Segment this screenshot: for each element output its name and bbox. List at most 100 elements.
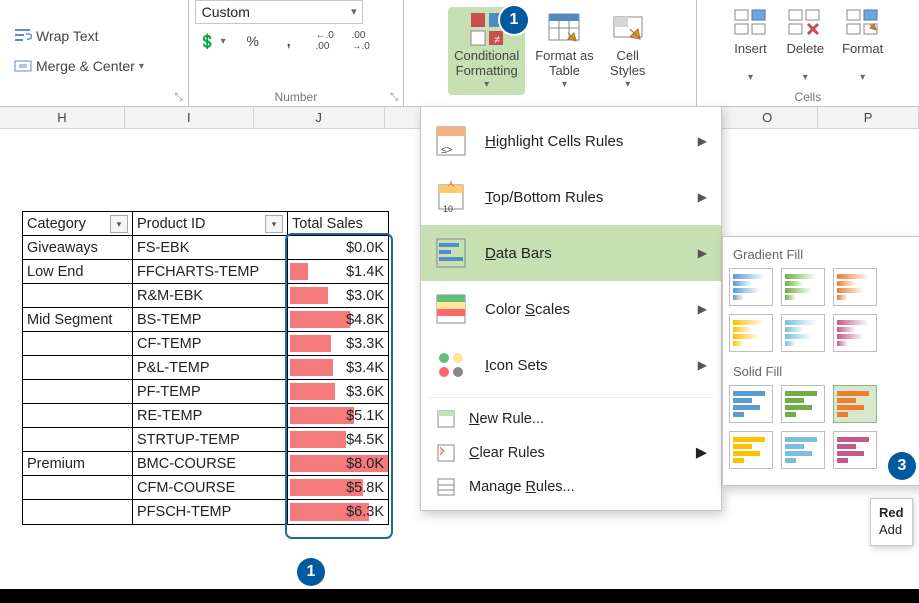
menu-item-new-rule-[interactable]: New Rule... [421, 402, 721, 436]
cell-product[interactable]: STRTUP-TEMP [133, 428, 288, 452]
cell-category[interactable]: Low End [23, 260, 133, 284]
filter-dropdown-icon[interactable]: ▾ [110, 215, 128, 233]
cell-category[interactable]: Premium [23, 452, 133, 476]
cell-sales[interactable]: $6.3K [288, 500, 388, 524]
menu-item-highlight-cells-rules[interactable]: ≤>Highlight Cells Rules▶ [421, 113, 721, 169]
insert-button[interactable]: Insert ▾ [727, 0, 775, 87]
menu-item-top-bottom-rules[interactable]: 10Top/Bottom Rules▶ [421, 169, 721, 225]
databar-swatch[interactable] [833, 431, 877, 469]
cell-category[interactable]: Giveaways [23, 236, 133, 260]
delete-cells-icon [787, 4, 823, 40]
delete-button[interactable]: Delete ▾ [781, 0, 831, 87]
cell-sales[interactable]: $3.3K [288, 332, 388, 356]
format-button[interactable]: Format ▾ [836, 0, 889, 87]
wrap-text-label: Wrap Text [36, 28, 99, 44]
cell-category[interactable] [23, 380, 133, 404]
databar-swatch[interactable] [781, 268, 825, 306]
column-header[interactable]: J [254, 107, 385, 128]
databar-swatch[interactable] [833, 314, 877, 352]
cell-sales[interactable]: $3.0K [288, 284, 388, 308]
percent-button[interactable]: % [240, 30, 266, 52]
cell-product[interactable]: R&M-EBK [133, 284, 288, 308]
decrease-decimal-button[interactable]: .00→.0 [348, 30, 374, 52]
cell-sales-value: $5.1K [346, 408, 384, 424]
merge-center-button[interactable]: Merge & Center ▾ [10, 55, 148, 77]
cell-sales-value: $0.0K [346, 240, 384, 256]
increase-decimal-button[interactable]: ←.0.00 [312, 30, 338, 52]
cell-category[interactable] [23, 356, 133, 380]
group-label-number: Number [195, 88, 398, 106]
table-row: P&L-TEMP$3.4K [23, 356, 388, 380]
databar-swatch[interactable] [833, 268, 877, 306]
cell-category[interactable] [23, 500, 133, 524]
cell-sales[interactable]: $0.0K [288, 236, 388, 260]
comma-button[interactable]: , [276, 30, 302, 52]
dialog-launcher-icon[interactable]: ⤡ [387, 90, 401, 104]
chevron-down-icon: ▾ [748, 72, 753, 84]
databar-swatch[interactable] [781, 314, 825, 352]
cell-product[interactable]: PFSCH-TEMP [133, 500, 288, 524]
table-row: PremiumBMC-COURSE$8.0K [23, 452, 388, 476]
wrap-text-button[interactable]: Wrap Text [10, 25, 103, 47]
filter-dropdown-icon[interactable]: ▾ [265, 215, 283, 233]
cell-product[interactable]: BMC-COURSE [133, 452, 288, 476]
dialog-launcher-icon[interactable]: ⤡ [172, 90, 186, 104]
cell-product[interactable]: RE-TEMP [133, 404, 288, 428]
cell-sales[interactable]: $5.8K [288, 476, 388, 500]
format-as-table-button[interactable]: Format as Table ▾ [529, 7, 600, 94]
cell-category[interactable] [23, 404, 133, 428]
databar-swatch[interactable] [781, 431, 825, 469]
databar-swatch[interactable] [833, 385, 877, 423]
databar-swatch[interactable] [729, 385, 773, 423]
cell-sales[interactable]: $4.5K [288, 428, 388, 452]
databar-swatch[interactable] [729, 314, 773, 352]
decrease-decimal-icon: .00→.0 [352, 32, 370, 50]
menu-item-data-bars[interactable]: Data Bars▶ [421, 225, 721, 281]
menu-item-manage-rules-[interactable]: Manage Rules... [421, 470, 721, 504]
menu-item-color-scales[interactable]: Color Scales▶ [421, 281, 721, 337]
column-header[interactable]: P [818, 107, 919, 128]
cell-sales[interactable]: $3.6K [288, 380, 388, 404]
cell-category[interactable]: Mid Segment [23, 308, 133, 332]
cell-category[interactable] [23, 428, 133, 452]
data-bar [290, 263, 308, 280]
currency-button[interactable]: 💲▾ [195, 30, 230, 52]
menu-item-clear-rules[interactable]: Clear Rules▶ [421, 436, 721, 470]
chevron-down-icon: ▾ [625, 79, 630, 91]
cell-sales[interactable]: $4.8K [288, 308, 388, 332]
cell-product[interactable]: FFCHARTS-TEMP [133, 260, 288, 284]
data-bar [290, 335, 331, 352]
column-header[interactable]: O [717, 107, 818, 128]
number-format-combo[interactable]: Custom [195, 0, 363, 24]
menu-item-icon-sets[interactable]: Icon Sets▶ [421, 337, 721, 393]
number-format-value: Custom [202, 4, 250, 20]
cell-product[interactable]: P&L-TEMP [133, 356, 288, 380]
cell-category[interactable] [23, 476, 133, 500]
cell-product[interactable]: PF-TEMP [133, 380, 288, 404]
cell-sales[interactable]: $1.4K [288, 260, 388, 284]
table-header-sales[interactable]: Total Sales [288, 212, 388, 236]
column-header[interactable]: H [0, 107, 125, 128]
cell-sales[interactable]: $5.1K [288, 404, 388, 428]
cell-category[interactable] [23, 332, 133, 356]
cell-product[interactable]: FS-EBK [133, 236, 288, 260]
cell-product[interactable]: BS-TEMP [133, 308, 288, 332]
databar-swatch[interactable] [729, 431, 773, 469]
table-header-product[interactable]: Product ID ▾ [133, 212, 288, 236]
wrap-text-icon [14, 27, 32, 45]
column-header[interactable]: I [125, 107, 254, 128]
cell-sales[interactable]: $3.4K [288, 356, 388, 380]
data-bar [290, 359, 333, 376]
data-bar [290, 431, 346, 448]
chevron-down-icon: ▾ [803, 72, 808, 84]
cell-product[interactable]: CF-TEMP [133, 332, 288, 356]
cell-styles-button[interactable]: Cell Styles ▾ [604, 7, 652, 94]
cell-product[interactable]: CFM-COURSE [133, 476, 288, 500]
databar-swatch[interactable] [781, 385, 825, 423]
menu-item-icon [431, 233, 471, 273]
cell-sales[interactable]: $8.0K [288, 452, 388, 476]
cell-category[interactable] [23, 284, 133, 308]
currency-icon: 💲 [199, 32, 217, 50]
table-header-category[interactable]: Category ▾ [23, 212, 133, 236]
databar-swatch[interactable] [729, 268, 773, 306]
